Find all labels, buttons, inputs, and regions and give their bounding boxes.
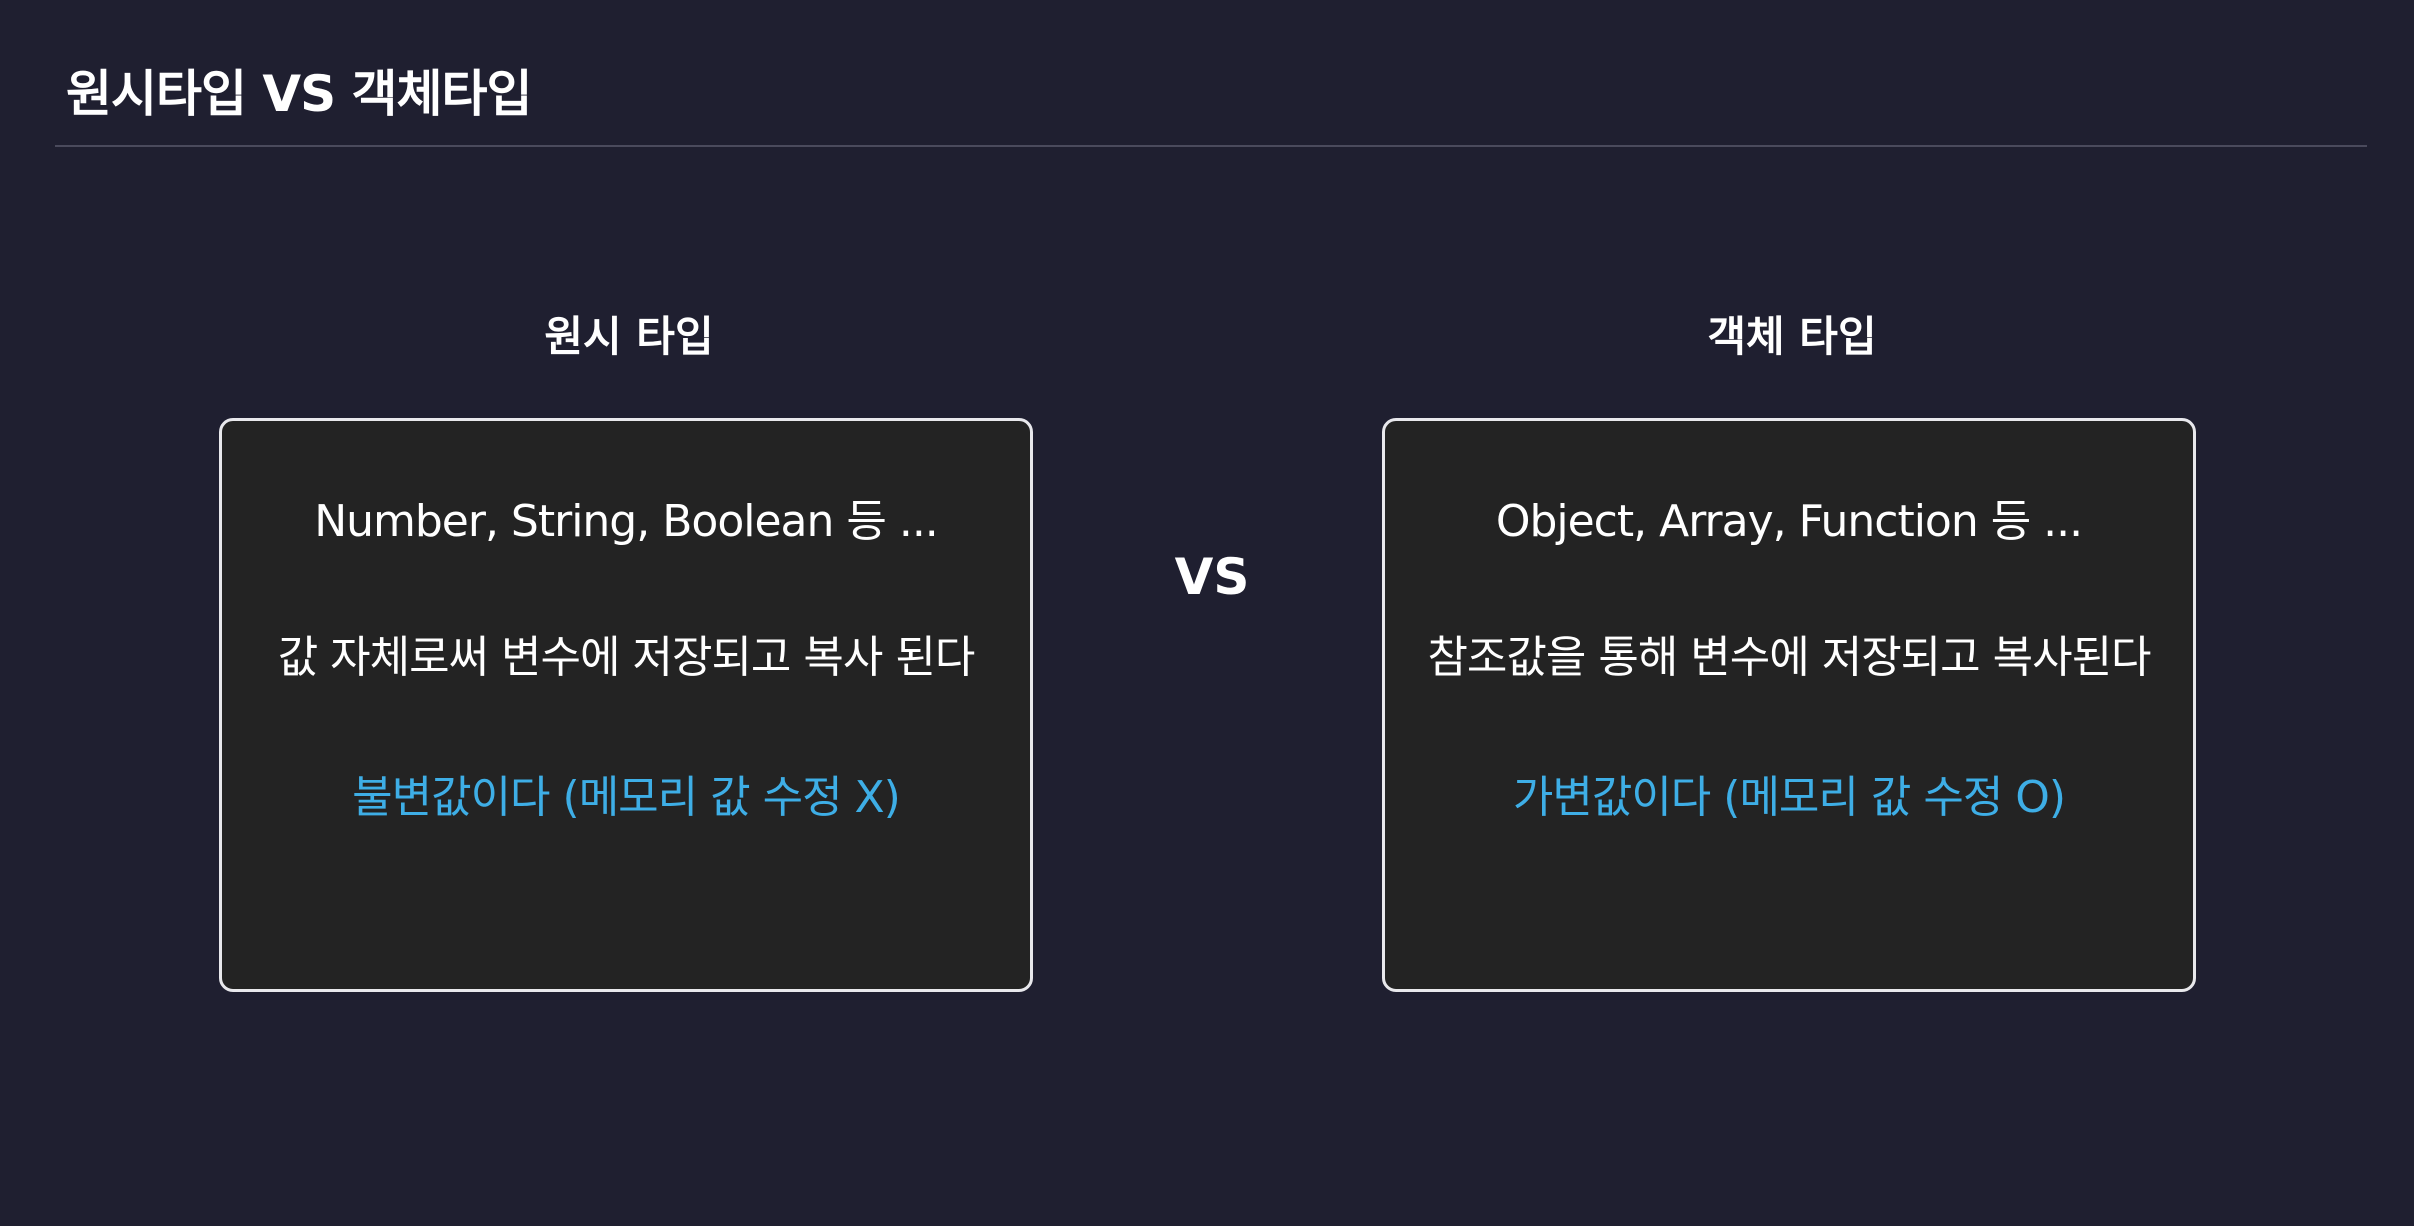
object-description: 참조값을 통해 변수에 저장되고 복사된다	[1427, 632, 2151, 683]
object-type-card: Object, Array, Function 등 ... 참조값을 통해 변수…	[1382, 418, 2196, 992]
primitive-type-heading: 원시 타입	[544, 312, 714, 361]
slide-title: 원시타입 VS 객체타입	[66, 65, 533, 123]
primitive-type-card: Number, String, Boolean 등 ... 값 자체로써 변수에…	[219, 418, 1033, 992]
title-divider	[55, 145, 2367, 147]
object-type-heading: 객체 타입	[1707, 312, 1877, 361]
object-examples: Object, Array, Function 등 ...	[1495, 496, 2083, 547]
primitive-mutability: 불변값이다 (메모리 값 수정 X)	[352, 772, 901, 823]
vs-label: VS	[1174, 548, 1250, 606]
object-mutability: 가변값이다 (메모리 값 수정 O)	[1512, 772, 2066, 823]
primitive-examples: Number, String, Boolean 등 ...	[314, 496, 939, 547]
primitive-description: 값 자체로써 변수에 저장되고 복사 된다	[277, 632, 976, 683]
